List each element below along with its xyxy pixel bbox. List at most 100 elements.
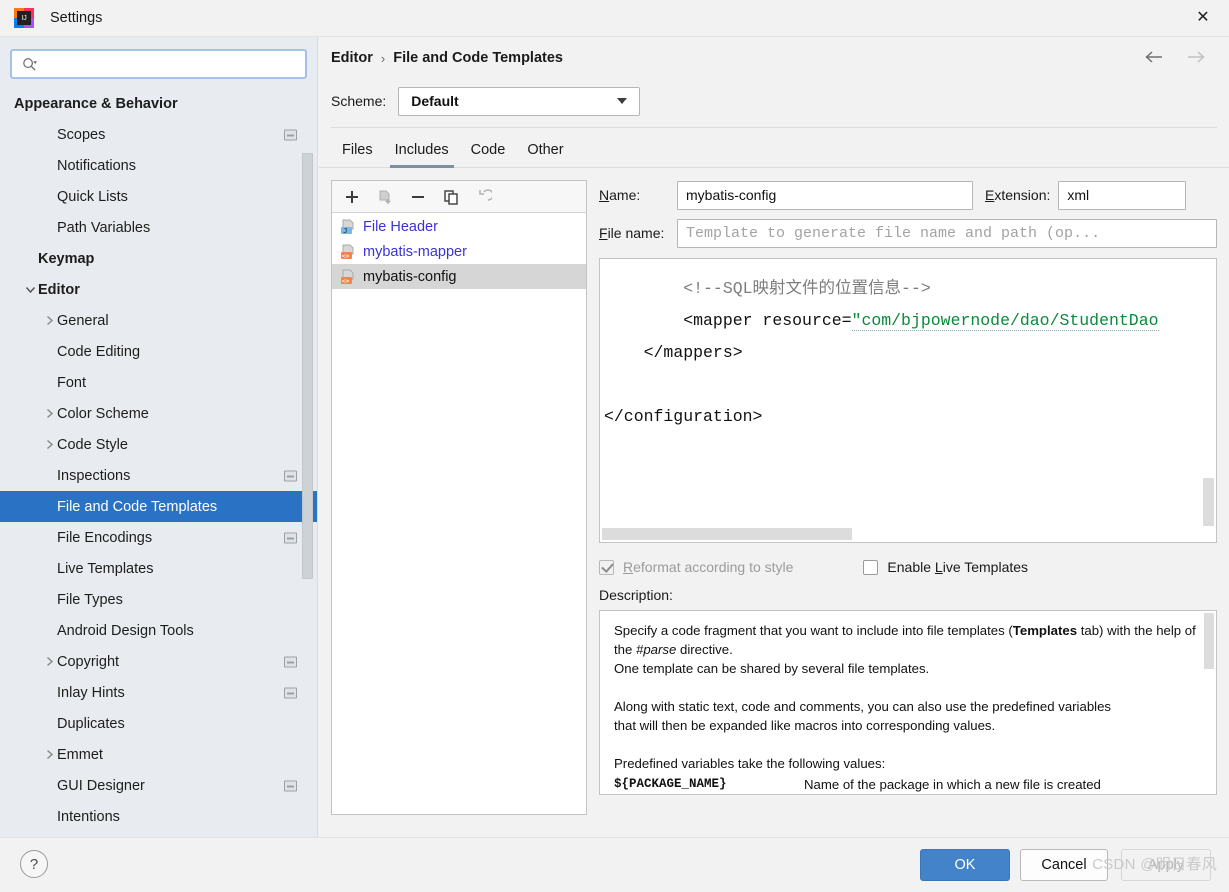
project-scope-icon	[284, 532, 297, 543]
tab-code[interactable]: Code	[460, 142, 517, 167]
editor-horizontal-scrollbar[interactable]	[602, 528, 852, 540]
tree-spacer	[41, 592, 57, 608]
sidebar-item-label: Code Style	[57, 437, 128, 453]
filename-label: File name:	[599, 225, 677, 241]
live-templates-checkbox[interactable]: Enable Live Templates	[863, 559, 1028, 575]
chevron-down-icon[interactable]	[22, 282, 38, 298]
sidebar-item-label: Inlay Hints	[57, 685, 125, 701]
close-icon[interactable]: ✕	[1177, 0, 1229, 36]
scheme-label: Scheme:	[331, 93, 386, 109]
sidebar-item-inlay-hints[interactable]: Inlay Hints	[0, 677, 317, 708]
tab-other[interactable]: Other	[516, 142, 574, 167]
search-wrapper	[0, 37, 317, 79]
editor-clipped-line: ''	[604, 258, 624, 266]
filename-input[interactable]	[677, 219, 1217, 248]
tree-spacer	[0, 96, 14, 112]
template-list-item-label: mybatis-mapper	[363, 244, 467, 260]
chevron-right-icon[interactable]	[41, 313, 57, 329]
template-code-editor[interactable]: '' <!--SQL映射文件的位置信息--> <mapper resource=…	[599, 258, 1217, 543]
tree-spacer	[41, 685, 57, 701]
sidebar-item-notifications[interactable]: Notifications	[0, 150, 317, 181]
sidebar-item-path-variables[interactable]: Path Variables	[0, 212, 317, 243]
sidebar-item-label: Code Editing	[57, 344, 140, 360]
sidebar-item-general[interactable]: General	[0, 305, 317, 336]
sidebar-item-font[interactable]: Font	[0, 367, 317, 398]
extension-label: Extension:	[985, 187, 1050, 203]
sidebar-item-label: File Encodings	[57, 530, 152, 546]
cancel-button[interactable]: Cancel	[1020, 849, 1108, 881]
sidebar-item-intentions[interactable]: Intentions	[0, 801, 317, 832]
tab-files[interactable]: Files	[331, 142, 384, 167]
scheme-divider	[331, 127, 1217, 128]
template-list-toolbar	[332, 181, 586, 213]
sidebar-item-emmet[interactable]: Emmet	[0, 739, 317, 770]
sidebar-item-label: Android Design Tools	[57, 623, 194, 639]
settings-tree: Appearance & BehaviorScopes Notifications…	[0, 88, 317, 832]
extension-input[interactable]	[1058, 181, 1186, 210]
tab-includes[interactable]: Includes	[384, 142, 460, 167]
variable-description: Name of the package in which a new file …	[804, 775, 1101, 794]
sidebar-item-duplicates[interactable]: Duplicates	[0, 708, 317, 739]
sidebar-item-code-style[interactable]: Code Style	[0, 429, 317, 460]
sidebar-item-label: Emmet	[57, 747, 103, 763]
name-input[interactable]	[677, 181, 973, 210]
sidebar-item-label: Font	[57, 375, 86, 391]
description-box: Specify a code fragment that you want to…	[599, 610, 1217, 795]
java-template-icon: J	[340, 219, 356, 235]
svg-text:J: J	[343, 227, 347, 235]
sidebar-item-quick-lists[interactable]: Quick Lists	[0, 181, 317, 212]
breadcrumb: Editor › File and Code Templates	[319, 37, 1229, 79]
template-list-item[interactable]: <>mybatis-config	[332, 264, 586, 289]
settings-sidebar: Appearance & BehaviorScopes Notifications…	[0, 37, 318, 837]
sidebar-item-scopes[interactable]: Scopes	[0, 119, 317, 150]
chevron-right-icon[interactable]	[41, 406, 57, 422]
chevron-right-icon[interactable]	[41, 747, 57, 763]
template-list-item[interactable]: <> mybatis-mapper	[332, 239, 586, 264]
sidebar-item-color-scheme[interactable]: Color Scheme	[0, 398, 317, 429]
remove-icon[interactable]	[408, 187, 428, 207]
chevron-right-icon[interactable]	[41, 437, 57, 453]
search-box[interactable]	[10, 49, 307, 79]
arrow-left-icon[interactable]	[1143, 46, 1165, 68]
ok-button[interactable]: OK	[920, 849, 1010, 881]
sidebar-item-keymap[interactable]: Keymap	[0, 243, 317, 274]
scheme-dropdown[interactable]: Default	[398, 87, 640, 116]
sidebar-item-file-types[interactable]: File Types	[0, 584, 317, 615]
sidebar-item-label: Copyright	[57, 654, 119, 670]
search-input[interactable]	[37, 51, 305, 77]
svg-text:<>: <>	[342, 252, 350, 260]
variable-name: ${PACKAGE_NAME}	[614, 775, 804, 794]
sidebar-item-gui-designer[interactable]: GUI Designer	[0, 770, 317, 801]
editor-config-close: </configuration>	[604, 407, 762, 426]
tree-spacer	[41, 530, 57, 546]
sidebar-item-label: Quick Lists	[57, 189, 128, 205]
sidebar-item-file-and-code-templates[interactable]: File and Code Templates	[0, 491, 317, 522]
chevron-right-icon[interactable]	[41, 654, 57, 670]
reformat-checkbox: Reformat according to style	[599, 559, 793, 575]
template-list-item-label: mybatis-config	[363, 269, 456, 285]
live-templates-checkbox-box[interactable]	[863, 560, 878, 575]
duplicate-icon[interactable]	[441, 187, 461, 207]
sidebar-item-appearance-behavior[interactable]: Appearance & Behavior	[0, 88, 317, 119]
sidebar-item-editor[interactable]: Editor	[0, 274, 317, 305]
sidebar-item-copyright[interactable]: Copyright	[0, 646, 317, 677]
breadcrumb-parent[interactable]: Editor	[331, 50, 373, 66]
help-icon[interactable]: ?	[20, 850, 48, 878]
project-scope-icon	[284, 656, 297, 667]
live-templates-checkbox-label: Enable Live Templates	[887, 559, 1028, 575]
sidebar-item-file-encodings[interactable]: File Encodings	[0, 522, 317, 553]
sidebar-item-inspections[interactable]: Inspections	[0, 460, 317, 491]
tree-spacer	[41, 499, 57, 515]
add-icon[interactable]	[342, 187, 362, 207]
editor-vertical-scrollbar[interactable]	[1203, 478, 1214, 526]
sidebar-scrollbar[interactable]	[302, 153, 313, 579]
sidebar-item-android-design-tools[interactable]: Android Design Tools	[0, 615, 317, 646]
sidebar-item-label: Notifications	[57, 158, 136, 174]
xml-template-icon: <>	[340, 244, 356, 260]
description-label: Description:	[599, 587, 1217, 603]
template-list-item[interactable]: JFile Header	[332, 214, 586, 239]
tree-spacer	[41, 561, 57, 577]
description-scrollbar[interactable]	[1204, 613, 1214, 669]
sidebar-item-code-editing[interactable]: Code Editing	[0, 336, 317, 367]
sidebar-item-live-templates[interactable]: Live Templates	[0, 553, 317, 584]
